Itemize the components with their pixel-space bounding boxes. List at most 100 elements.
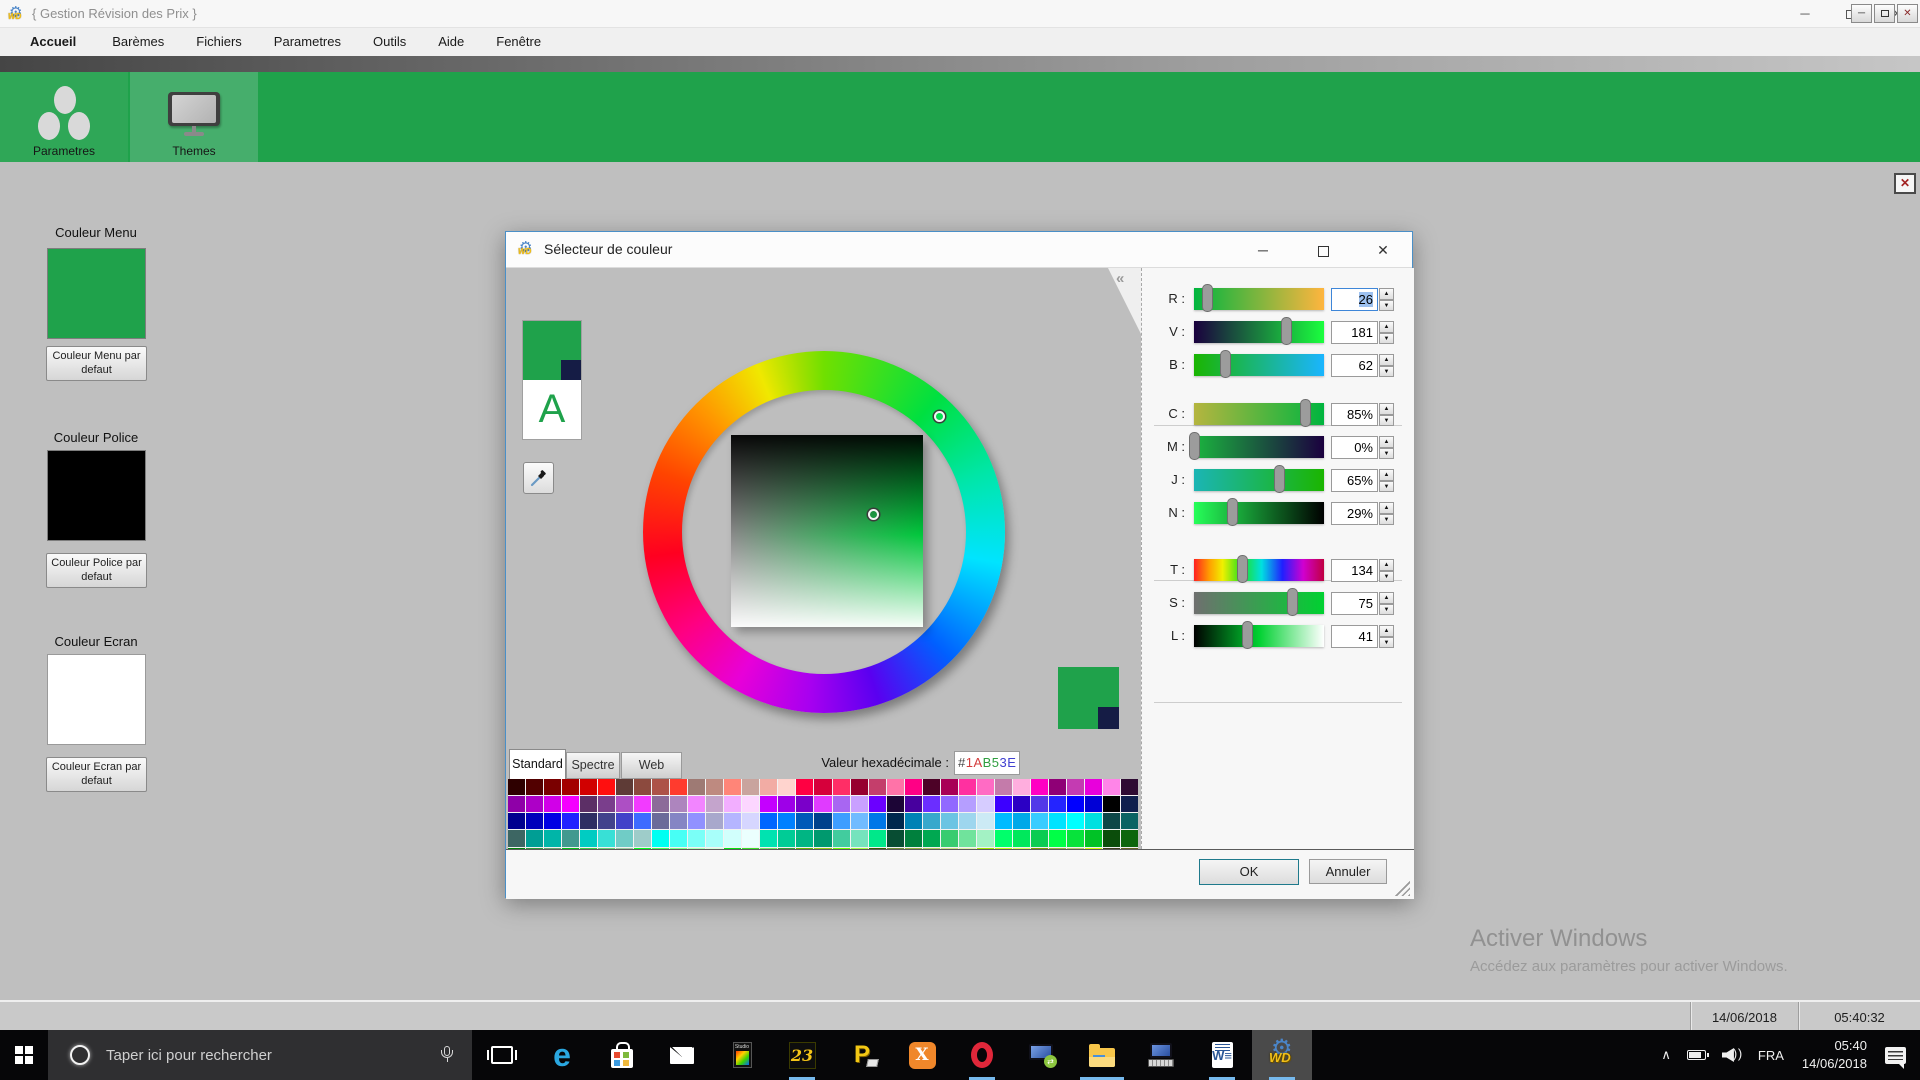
menu-item-parametres[interactable]: Parametres [258, 28, 357, 56]
spinner-down-button[interactable]: ▼ [1379, 300, 1394, 312]
palette-color[interactable] [887, 779, 904, 795]
spinner-down-button[interactable]: ▼ [1379, 415, 1394, 427]
spinner-down-button[interactable]: ▼ [1379, 481, 1394, 493]
palette-color[interactable] [526, 813, 543, 829]
palette-color[interactable] [616, 830, 633, 846]
palette-color[interactable] [562, 813, 579, 829]
dialog-titlebar[interactable]: ⚙WD Sélecteur de couleur ─ ✕ [506, 232, 1412, 268]
collapse-panel-icon[interactable]: « [1116, 270, 1124, 287]
taskbar-icon-windev23[interactable]: 23 [772, 1030, 832, 1080]
palette-color[interactable] [580, 830, 597, 846]
palette-color[interactable] [1103, 779, 1120, 795]
palette-color[interactable] [688, 779, 705, 795]
palette-color[interactable] [598, 830, 615, 846]
taskbar-icon-edge[interactable]: e [532, 1030, 592, 1080]
slider-value-input[interactable]: 181 [1331, 321, 1378, 344]
palette-color[interactable] [796, 779, 813, 795]
dialog-maximize-button[interactable] [1308, 238, 1338, 262]
palette-color[interactable] [814, 813, 831, 829]
taskbar-icon-pbook[interactable]: P [832, 1030, 892, 1080]
saturation-lightness-square[interactable] [731, 435, 923, 627]
palette-color[interactable] [1067, 830, 1084, 846]
spinner-up-button[interactable]: ▲ [1379, 469, 1394, 481]
spinner-down-button[interactable]: ▼ [1379, 333, 1394, 345]
palette-color[interactable] [544, 779, 561, 795]
spinner-down-button[interactable]: ▼ [1379, 604, 1394, 616]
taskbar-icon-word[interactable]: W≡ [1192, 1030, 1252, 1080]
mdi-close-button[interactable]: ✕ [1897, 4, 1918, 23]
palette-color[interactable] [688, 796, 705, 812]
palette-color[interactable] [724, 796, 741, 812]
spinner-up-button[interactable]: ▲ [1379, 321, 1394, 333]
clock[interactable]: 05:40 14/06/2018 [1802, 1037, 1867, 1072]
battery-icon[interactable] [1687, 1050, 1706, 1060]
palette-color[interactable] [977, 830, 994, 846]
ribbon-button-parametres[interactable]: Parametres [0, 72, 128, 162]
palette-color[interactable] [959, 796, 976, 812]
taskbar-icon-opera[interactable] [952, 1030, 1012, 1080]
palette-color[interactable] [526, 830, 543, 846]
palette-color[interactable] [887, 813, 904, 829]
palette-color[interactable] [995, 830, 1012, 846]
slider-handle[interactable] [1300, 399, 1311, 427]
pane-close-button[interactable]: ✕ [1894, 173, 1916, 194]
palette-color[interactable] [634, 813, 651, 829]
palette-color[interactable] [796, 813, 813, 829]
palette-color[interactable] [1121, 796, 1138, 812]
palette-color[interactable] [760, 779, 777, 795]
saturation-lightness-marker[interactable] [868, 509, 879, 520]
palette-color[interactable] [959, 813, 976, 829]
palette-color[interactable] [851, 779, 868, 795]
microphone-icon[interactable] [440, 1046, 454, 1064]
spinner-up-button[interactable]: ▲ [1379, 436, 1394, 448]
mdi-minimize-button[interactable]: ─ [1851, 4, 1872, 23]
palette-color[interactable] [670, 813, 687, 829]
palette-color[interactable] [742, 779, 759, 795]
palette-color[interactable] [508, 796, 525, 812]
taskbar-search[interactable]: Taper ici pour rechercher [48, 1030, 472, 1080]
palette-color[interactable] [742, 830, 759, 846]
palette-color[interactable] [508, 813, 525, 829]
palette-color[interactable] [670, 796, 687, 812]
slider-value-input[interactable]: 134 [1331, 559, 1378, 582]
tab-spectre[interactable]: Spectre [566, 752, 620, 779]
palette-color[interactable] [1121, 779, 1138, 795]
palette-color[interactable] [869, 813, 886, 829]
palette-color[interactable] [1013, 796, 1030, 812]
hex-value-input[interactable]: #1AB53E [954, 751, 1020, 775]
slider-handle[interactable] [1220, 350, 1231, 378]
palette-color[interactable] [652, 796, 669, 812]
palette-color[interactable] [905, 813, 922, 829]
button-couleur-ecran-defaut[interactable]: Couleur Ecran par defaut [46, 757, 147, 792]
palette-color[interactable] [778, 813, 795, 829]
tab-standard[interactable]: Standard [509, 749, 566, 779]
palette-color[interactable] [598, 796, 615, 812]
palette-color[interactable] [562, 779, 579, 795]
slider-handle[interactable] [1242, 621, 1253, 649]
palette-color[interactable] [923, 813, 940, 829]
palette-color[interactable] [778, 796, 795, 812]
slider-value-input[interactable]: 29% [1331, 502, 1378, 525]
palette-color[interactable] [1067, 813, 1084, 829]
menu-item-fenêtre[interactable]: Fenêtre [480, 28, 557, 56]
slider-track[interactable] [1194, 625, 1324, 647]
button-couleur-police-defaut[interactable]: Couleur Police par defaut [46, 553, 147, 588]
palette-color[interactable] [851, 830, 868, 846]
palette-color[interactable] [1049, 796, 1066, 812]
palette-color[interactable] [724, 779, 741, 795]
slider-value-input[interactable]: 65% [1331, 469, 1378, 492]
slider-handle[interactable] [1202, 284, 1213, 312]
palette-color[interactable] [869, 796, 886, 812]
palette-color[interactable] [760, 813, 777, 829]
ribbon-button-themes[interactable]: Themes [130, 72, 258, 162]
palette-color[interactable] [1049, 813, 1066, 829]
palette-color[interactable] [995, 796, 1012, 812]
palette-color[interactable] [851, 813, 868, 829]
palette-color[interactable] [1067, 779, 1084, 795]
slider-track[interactable] [1194, 354, 1324, 376]
palette-color[interactable] [941, 796, 958, 812]
palette-color[interactable] [544, 813, 561, 829]
palette-color[interactable] [544, 830, 561, 846]
palette-color[interactable] [688, 830, 705, 846]
palette-color[interactable] [1103, 813, 1120, 829]
